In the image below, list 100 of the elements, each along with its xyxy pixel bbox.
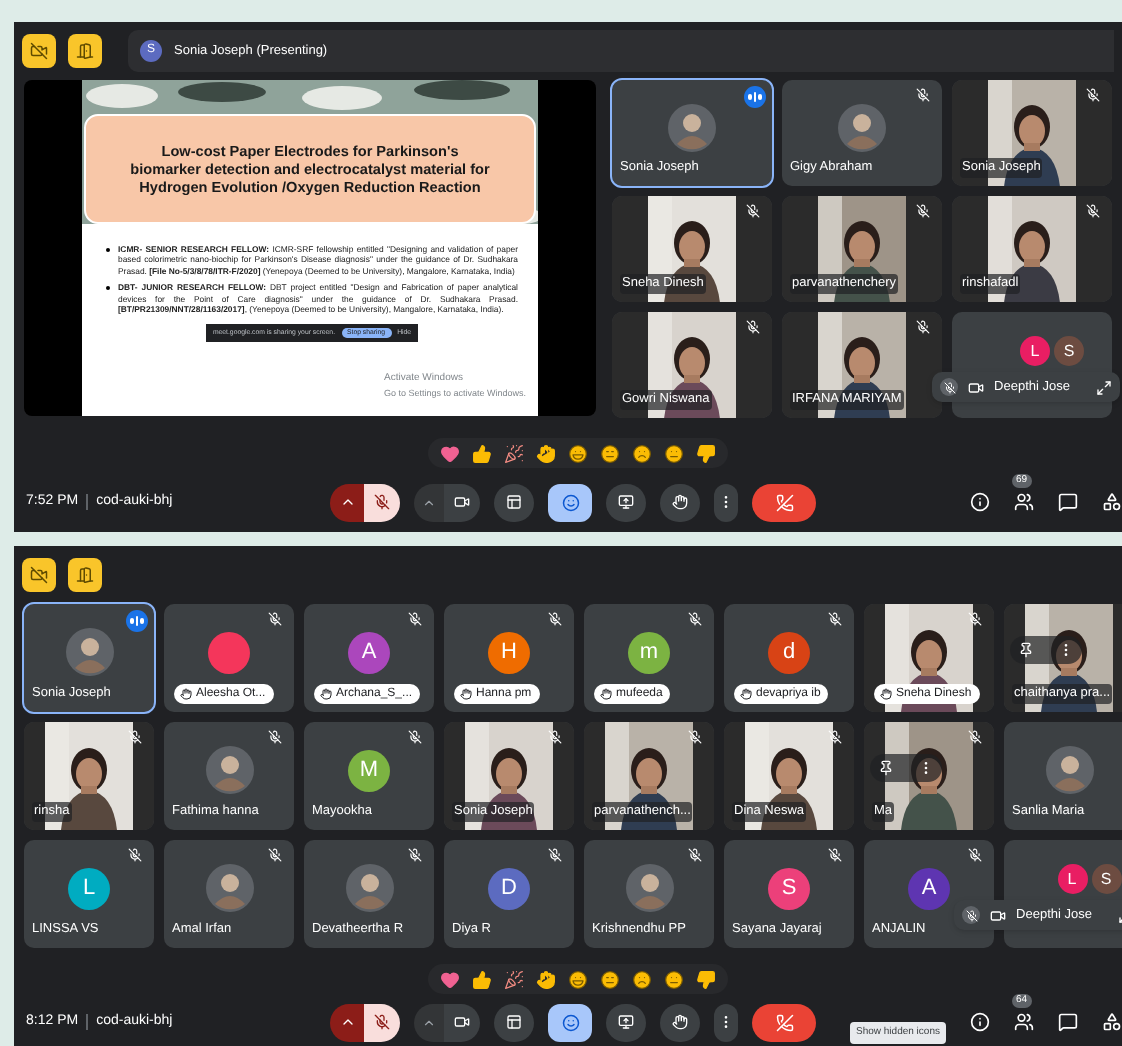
audio-options-button[interactable] [330, 483, 364, 521]
camera-icon [454, 494, 470, 510]
door-icon [76, 42, 94, 60]
mic-off-button[interactable] [962, 906, 981, 924]
reactions-button[interactable] [548, 1003, 592, 1041]
door-button[interactable] [68, 558, 102, 592]
clapping-hand-icon[interactable] [536, 969, 556, 989]
sad-face-icon[interactable] [632, 443, 652, 463]
more-options-button[interactable] [714, 1003, 738, 1041]
thumbs-down-icon[interactable] [696, 969, 716, 989]
letter-avatar: H [488, 631, 530, 673]
letter-avatar: S [768, 867, 810, 909]
thumbs-up-icon[interactable] [472, 443, 492, 463]
layout-icon [506, 494, 522, 510]
thumbs-down-icon[interactable] [696, 443, 716, 463]
present-button[interactable] [606, 483, 646, 521]
party-popper-icon[interactable] [504, 443, 524, 463]
smiley-icon [561, 1013, 579, 1031]
letter-avatar: M [348, 749, 390, 791]
heart-icon[interactable] [440, 969, 460, 989]
user-avatar [65, 628, 113, 676]
camera-off-icon [30, 42, 48, 60]
hand-icon [880, 688, 892, 700]
pin-button[interactable] [1018, 642, 1034, 658]
user-avatar [345, 864, 393, 912]
letter-avatar: m [628, 631, 670, 673]
pin-button[interactable] [878, 760, 894, 776]
smiley-icon [561, 493, 579, 511]
info-icon[interactable] [970, 492, 990, 512]
present-screen-icon [618, 494, 634, 510]
chat-icon[interactable] [1058, 492, 1078, 512]
letter-avatar: d [768, 631, 810, 673]
layout-button[interactable] [494, 483, 534, 521]
door-icon [76, 566, 94, 584]
clapping-hand-icon[interactable] [536, 443, 556, 463]
raise-hand-button[interactable] [660, 1003, 700, 1041]
door-button[interactable] [68, 34, 102, 68]
layout-icon [506, 1014, 522, 1030]
chevron-up-icon [422, 495, 436, 509]
user-avatar [205, 746, 253, 794]
camera-button[interactable] [444, 1003, 480, 1041]
mic-off-icon [965, 909, 978, 921]
mic-off-icon [374, 494, 390, 510]
letter-avatar: S [1091, 864, 1121, 894]
letter-avatar: S [1054, 336, 1084, 366]
reactions-button[interactable] [548, 483, 592, 521]
laughing-face-icon[interactable] [568, 969, 588, 989]
letter-avatar: D [488, 867, 530, 909]
hand-icon [672, 494, 688, 510]
camera-icon[interactable] [990, 907, 1007, 923]
audio-options-button[interactable] [330, 1003, 364, 1041]
activities-icon[interactable] [1102, 1012, 1122, 1032]
camera-icon [454, 1014, 470, 1030]
thumbs-up-icon[interactable] [472, 969, 492, 989]
sad-face-icon[interactable] [632, 969, 652, 989]
layout-button[interactable] [494, 1003, 534, 1041]
mic-off-icon [943, 381, 956, 393]
user-avatar [838, 103, 886, 151]
chat-icon[interactable] [1058, 1012, 1078, 1032]
present-screen-icon [618, 1014, 634, 1030]
camera-button[interactable] [444, 483, 480, 521]
info-icon[interactable] [970, 1012, 990, 1032]
leave-call-button[interactable] [752, 1003, 816, 1041]
laughing-face-icon[interactable] [568, 443, 588, 463]
phone-hang-up-icon [775, 493, 793, 511]
letter-avatar: A [908, 867, 950, 909]
phone-hang-up-icon [775, 1013, 793, 1031]
hand-icon [320, 688, 332, 700]
heart-icon[interactable] [440, 443, 460, 463]
raise-hand-button[interactable] [660, 483, 700, 521]
user-avatar [668, 103, 716, 151]
present-button[interactable] [606, 1003, 646, 1041]
camera-off-button[interactable] [22, 558, 56, 592]
microphone-off-button[interactable] [364, 1003, 400, 1041]
people-icon[interactable] [1014, 492, 1034, 512]
camera-off-button[interactable] [22, 34, 56, 68]
camera-icon[interactable] [968, 379, 985, 395]
people-icon[interactable] [1014, 1012, 1034, 1032]
user-avatar [625, 864, 673, 912]
user-avatar [1045, 746, 1093, 794]
hand-icon [460, 688, 472, 700]
mic-off-icon [374, 1014, 390, 1030]
mic-off-button[interactable] [940, 378, 959, 396]
chevron-up-icon [339, 1014, 355, 1030]
activities-icon[interactable] [1102, 492, 1122, 512]
microphone-off-button[interactable] [364, 483, 400, 521]
party-popper-icon[interactable] [504, 969, 524, 989]
chevron-up-icon [422, 1015, 436, 1029]
chevron-up-icon [339, 494, 355, 510]
letter-avatar: A [348, 631, 390, 673]
more-options-button[interactable] [714, 483, 738, 521]
letter-avatar: L [1057, 864, 1087, 894]
letter-avatar: L [68, 867, 110, 909]
hand-icon [180, 688, 192, 700]
camera-off-icon [30, 566, 48, 584]
hand-icon [740, 688, 752, 700]
hand-icon [672, 1014, 688, 1030]
leave-call-button[interactable] [752, 483, 816, 521]
expand-button[interactable] [1096, 379, 1112, 395]
user-avatar [205, 864, 253, 912]
